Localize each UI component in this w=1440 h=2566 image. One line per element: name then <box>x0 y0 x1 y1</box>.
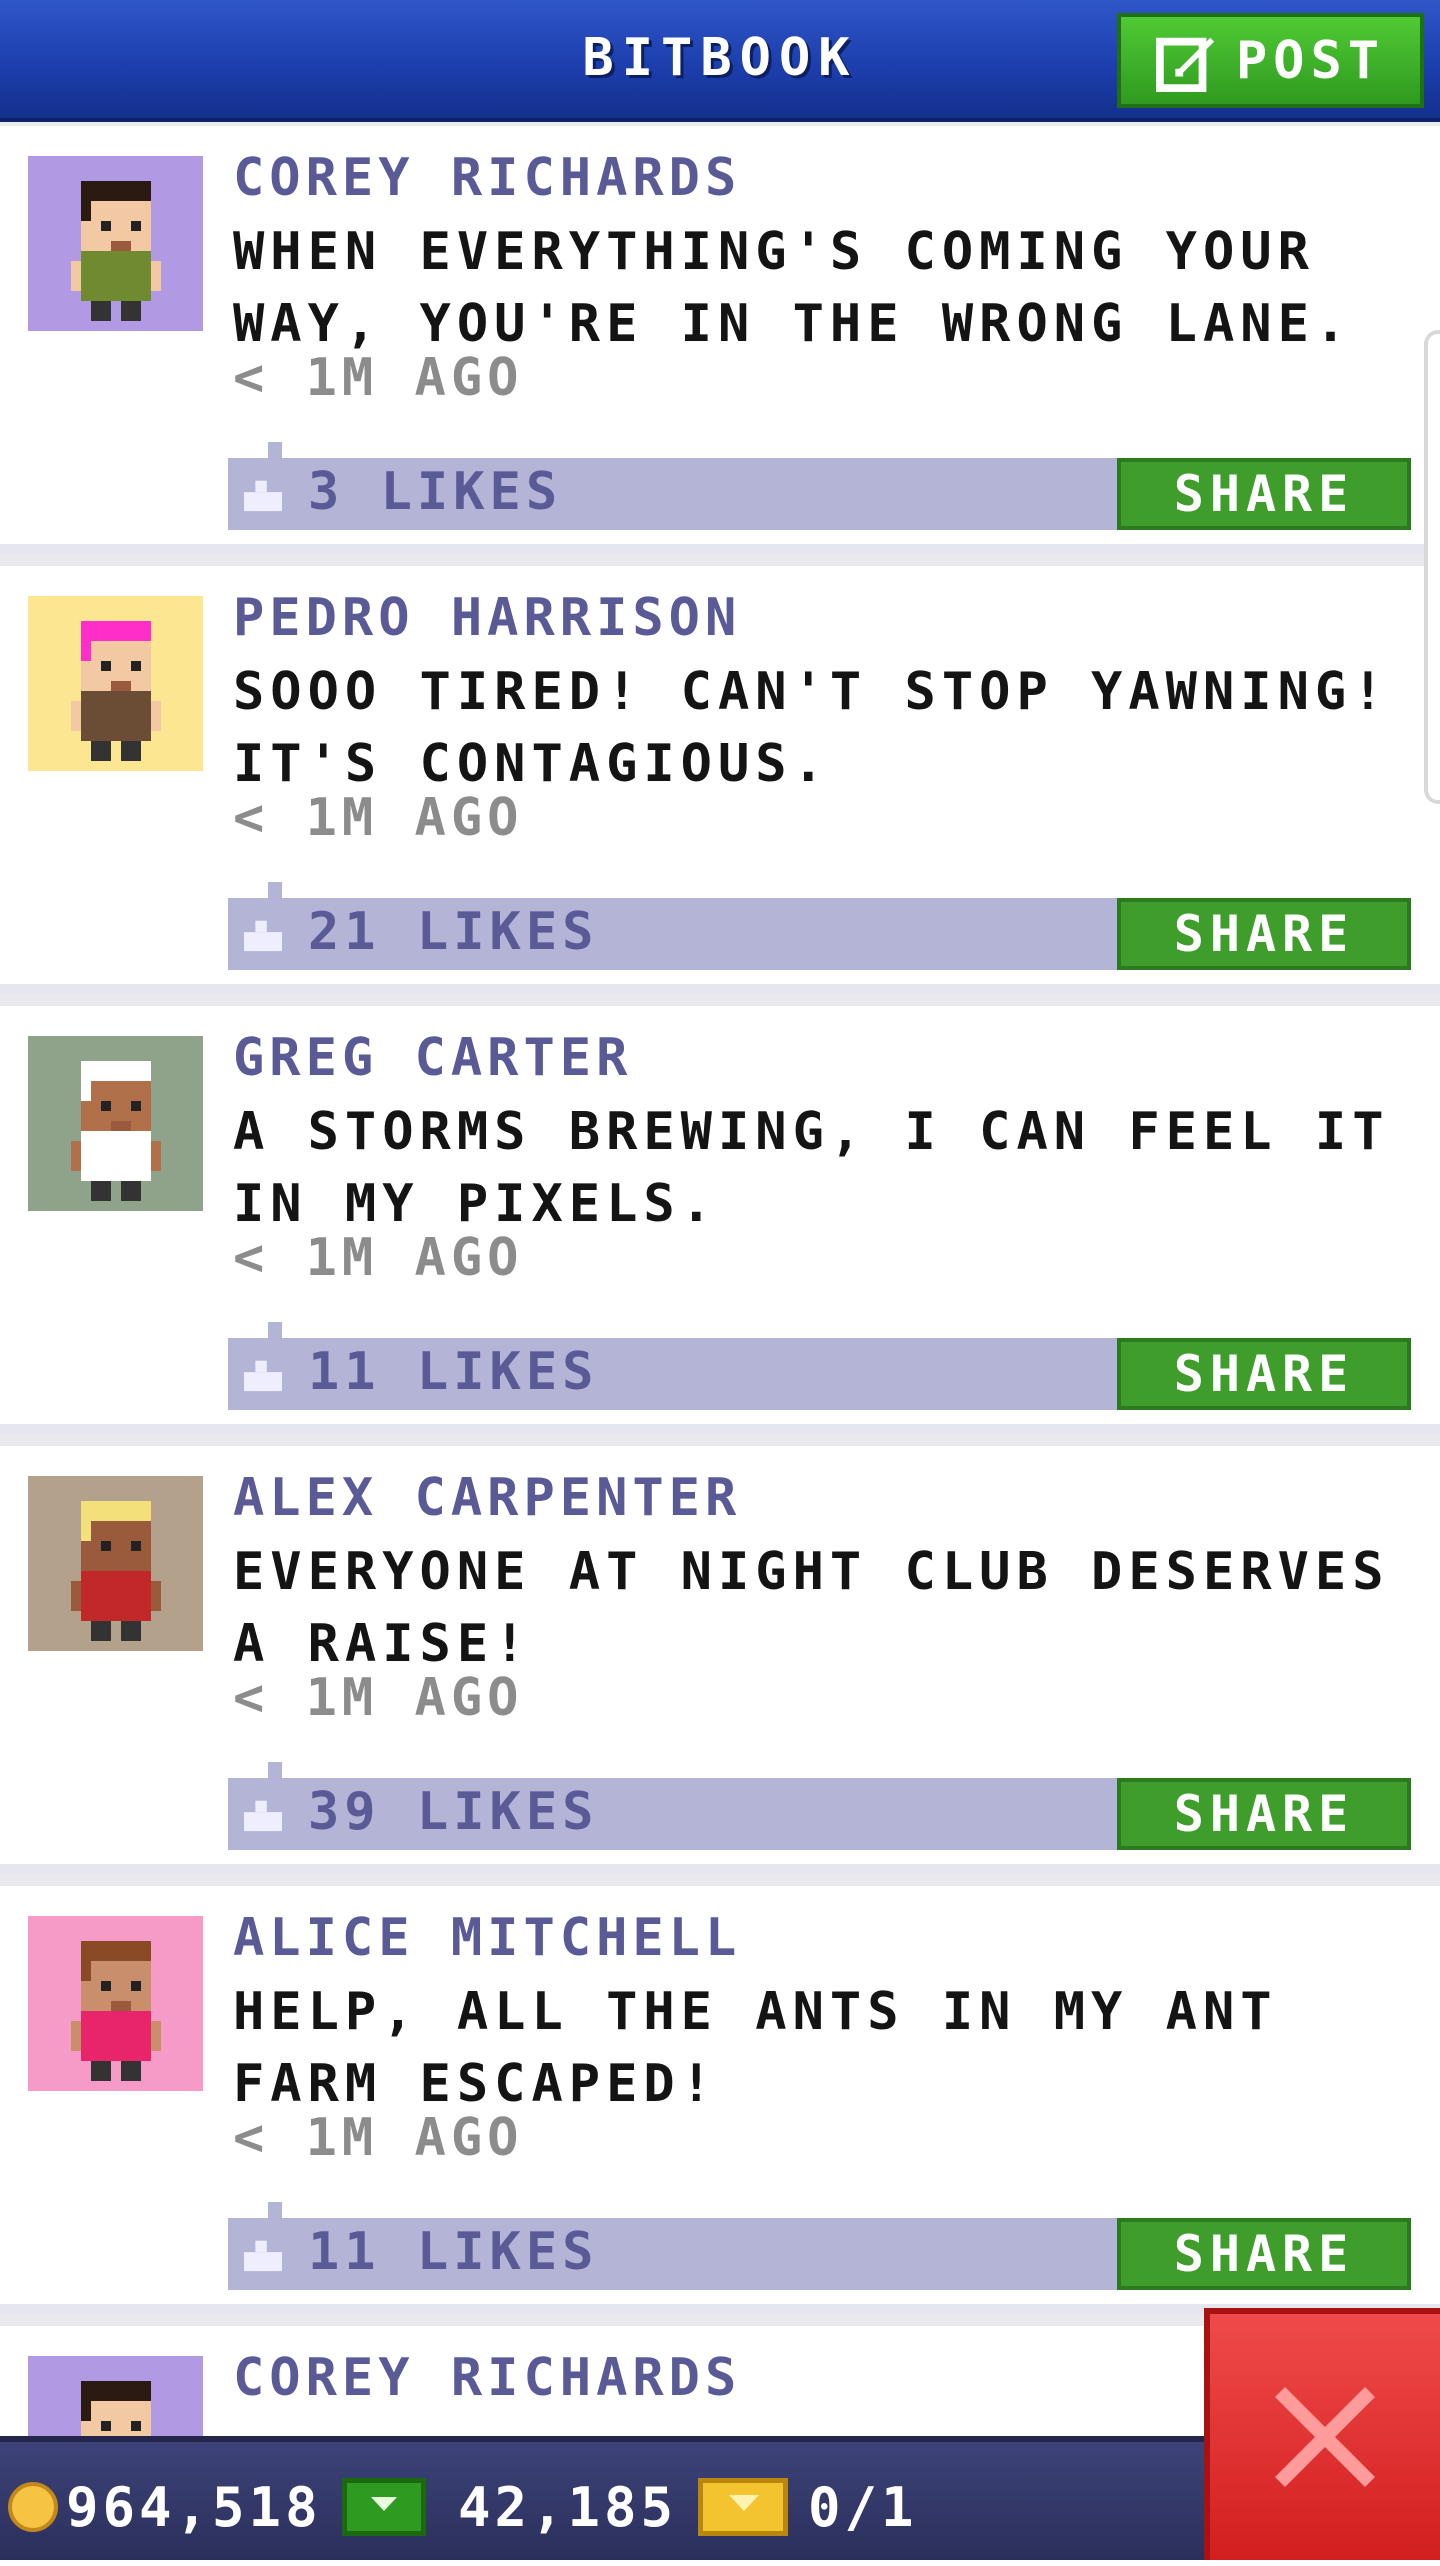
post-time: < 1M AGO <box>233 2108 524 2168</box>
edit-icon <box>1155 37 1214 92</box>
avatar[interactable] <box>28 1476 203 1651</box>
like-count: 11 LIKES <box>308 1342 599 1402</box>
post-button-label: POST <box>1235 30 1386 91</box>
feed-post: ALICE MITCHELL HELP, ALL THE ANTS IN MY … <box>0 1886 1440 2314</box>
post-time: < 1M AGO <box>233 1668 524 1728</box>
person-icon <box>70 1941 161 2081</box>
avatar[interactable] <box>28 1916 203 2091</box>
post-time: < 1M AGO <box>233 1228 524 1288</box>
thumbs-up-icon <box>244 2240 282 2272</box>
thumbs-up-icon <box>244 920 282 952</box>
share-button[interactable]: SHARE <box>1117 2218 1411 2290</box>
share-button[interactable]: SHARE <box>1117 898 1411 970</box>
share-button[interactable]: SHARE <box>1117 1338 1411 1410</box>
thumbs-up-icon <box>244 1800 282 1832</box>
bux-icon <box>342 2478 426 2536</box>
feed-post: ALEX CARPENTER EVERYONE AT NIGHT CLUB DE… <box>0 1446 1440 1874</box>
post-text: A STORMS BREWING, I CAN FEEL IT IN MY PI… <box>233 1102 1390 1234</box>
close-button[interactable] <box>1204 2308 1440 2560</box>
person-icon <box>70 1061 161 1201</box>
avatar[interactable] <box>28 596 203 771</box>
ticket-icon <box>698 2478 788 2536</box>
person-icon <box>70 181 161 321</box>
top-bar: BITBOOK POST <box>0 0 1440 122</box>
feed-post: PEDRO HARRISON SOOO TIRED! CAN'T STOP YA… <box>0 566 1440 994</box>
thumbs-up-icon <box>244 1360 282 1392</box>
post-text: HELP, ALL THE ANTS IN MY ANT FARM ESCAPE… <box>233 1982 1278 2114</box>
post-author[interactable]: GREG CARTER <box>233 1028 632 1088</box>
post-author[interactable]: ALICE MITCHELL <box>233 1908 741 1968</box>
share-button[interactable]: SHARE <box>1117 458 1411 530</box>
person-icon <box>70 621 161 761</box>
feed-post: GREG CARTER A STORMS BREWING, I CAN FEEL… <box>0 1006 1440 1434</box>
post-author[interactable]: COREY RICHARDS <box>233 148 741 208</box>
share-button[interactable]: SHARE <box>1117 1778 1411 1850</box>
like-count: 3 LIKES <box>308 462 563 522</box>
post-text: WHEN EVERYTHING'S COMING YOUR WAY, YOU'R… <box>233 222 1353 354</box>
like-count: 39 LIKES <box>308 1782 599 1842</box>
avatar[interactable] <box>28 1036 203 1211</box>
scrollbar[interactable] <box>1424 330 1440 804</box>
post-time: < 1M AGO <box>233 348 524 408</box>
avatar[interactable] <box>28 156 203 331</box>
like-count: 11 LIKES <box>308 2222 599 2282</box>
post-author[interactable]: ALEX CARPENTER <box>233 1468 741 1528</box>
bux-count: 42,185 <box>458 2476 678 2539</box>
post-time: < 1M AGO <box>233 788 524 848</box>
post-text: EVERYONE AT NIGHT CLUB DESERVES A RAISE! <box>233 1542 1390 1674</box>
feed-post: COREY RICHARDS WHEN EVERYTHING'S COMING … <box>0 126 1440 554</box>
post-author[interactable]: COREY RICHARDS <box>233 2348 741 2408</box>
person-icon <box>70 1501 161 1641</box>
ticket-count: 0/1 <box>808 2476 918 2539</box>
post-button[interactable]: POST <box>1117 13 1424 108</box>
coin-count: 964,518 <box>66 2476 322 2539</box>
post-author[interactable]: PEDRO HARRISON <box>233 588 741 648</box>
coin-icon <box>8 2482 58 2532</box>
close-icon <box>1275 2387 1375 2487</box>
like-count: 21 LIKES <box>308 902 599 962</box>
post-text: SOOO TIRED! CAN'T STOP YAWNING! IT'S CON… <box>233 662 1390 794</box>
thumbs-up-icon <box>244 480 282 512</box>
